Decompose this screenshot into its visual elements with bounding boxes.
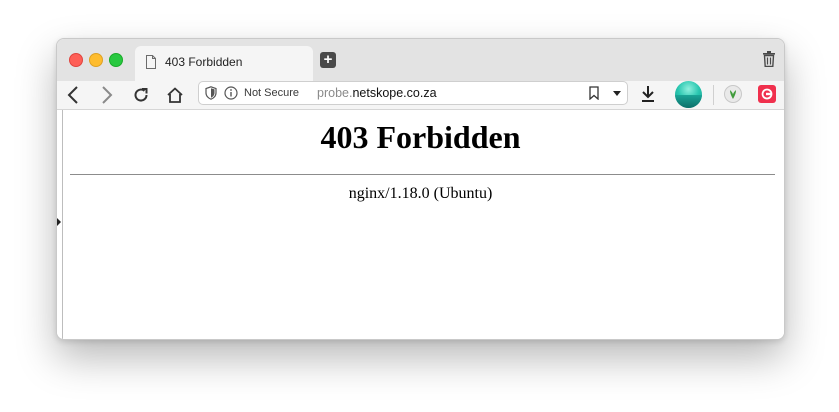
profile-avatar[interactable] xyxy=(675,81,702,108)
browser-window: 403 Forbidden + Not Secure probe.netskop… xyxy=(56,38,785,340)
security-status-label: Not Secure xyxy=(244,87,300,99)
zoom-window-button[interactable] xyxy=(109,53,123,67)
reload-icon[interactable] xyxy=(131,85,151,105)
close-window-button[interactable] xyxy=(69,53,83,67)
server-signature: nginx/1.18.0 (Ubuntu) xyxy=(348,185,493,202)
url-domain: netskope.co.za xyxy=(352,86,437,100)
avatar-band xyxy=(675,95,702,108)
url-subdomain: probe. xyxy=(317,86,353,100)
new-tab-button[interactable]: + xyxy=(320,52,336,68)
home-icon[interactable] xyxy=(165,85,185,105)
shield-icon[interactable] xyxy=(205,86,217,105)
extension-leaf-icon[interactable] xyxy=(724,85,742,103)
page-content: 403 Forbidden nginx/1.18.0 (Ubuntu) xyxy=(57,110,784,339)
divider xyxy=(70,174,775,175)
tab-active[interactable]: 403 Forbidden xyxy=(135,46,313,81)
url-text[interactable]: probe.netskope.co.za xyxy=(317,86,437,100)
extension-shield-icon[interactable] xyxy=(758,85,776,103)
page-icon xyxy=(145,55,157,74)
tab-bar: 403 Forbidden + xyxy=(57,39,784,81)
minimize-window-button[interactable] xyxy=(89,53,103,67)
toolbar: Not Secure probe.netskope.co.za xyxy=(57,81,784,110)
forward-arrow-icon[interactable] xyxy=(97,85,117,105)
toolbar-divider xyxy=(713,85,714,105)
info-icon[interactable] xyxy=(224,86,238,105)
bookmark-icon[interactable] xyxy=(589,86,599,105)
address-bar[interactable]: Not Secure probe.netskope.co.za xyxy=(198,81,628,105)
sidebar-toggle-icon[interactable] xyxy=(57,218,61,226)
page-heading: 403 Forbidden xyxy=(320,119,521,155)
back-arrow-icon[interactable] xyxy=(63,85,83,105)
tab-title: 403 Forbidden xyxy=(165,55,243,69)
chevron-down-icon[interactable] xyxy=(612,86,622,105)
download-icon[interactable] xyxy=(640,85,656,108)
trash-icon[interactable] xyxy=(762,51,776,72)
